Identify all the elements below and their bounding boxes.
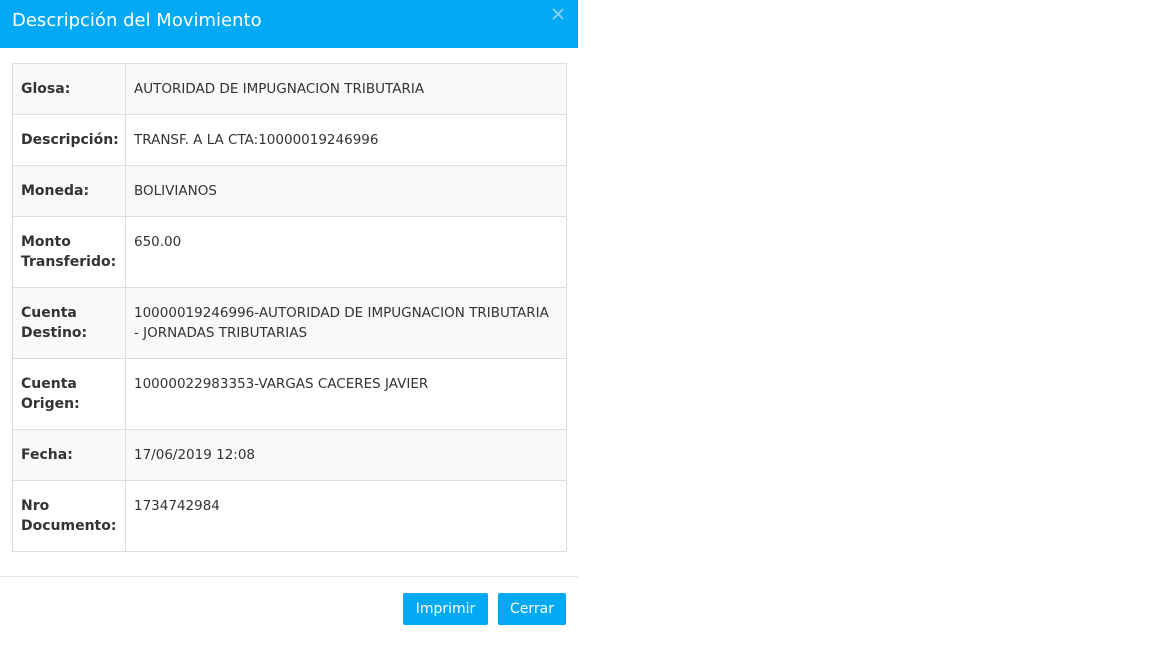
row-value-nro-documento: 1734742984 — [125, 480, 567, 552]
table-row: Nro Documento: 1734742984 — [12, 480, 567, 552]
table-row: Monto Transferido: 650.00 — [12, 216, 567, 288]
close-icon[interactable] — [550, 6, 566, 22]
row-label-descripcion: Descripción: — [12, 114, 126, 166]
table-row: Descripción: TRANSF. A LA CTA:1000001924… — [12, 114, 567, 166]
row-label-glosa: Glosa: — [12, 63, 126, 115]
row-label-moneda: Moneda: — [12, 165, 126, 217]
row-label-monto: Monto Transferido: — [12, 216, 126, 288]
movement-detail-modal: Descripción del Movimiento Glosa: AUTORI… — [0, 0, 578, 648]
row-label-cuenta-origen: Cuenta Origen: — [12, 358, 126, 430]
row-value-glosa: AUTORIDAD DE IMPUGNACION TRIBUTARIA — [125, 63, 567, 115]
table-row: Cuenta Origen: 10000022983353-VARGAS CAC… — [12, 358, 567, 430]
table-row: Fecha: 17/06/2019 12:08 — [12, 429, 567, 481]
modal-header: Descripción del Movimiento — [0, 0, 578, 48]
row-label-cuenta-destino: Cuenta Destino: — [12, 287, 126, 359]
movement-detail-table: Glosa: AUTORIDAD DE IMPUGNACION TRIBUTAR… — [12, 63, 567, 552]
row-value-cuenta-origen: 10000022983353-VARGAS CACERES JAVIER — [125, 358, 567, 430]
close-button[interactable]: Cerrar — [498, 593, 566, 625]
row-value-moneda: BOLIVIANOS — [125, 165, 567, 217]
table-row: Moneda: BOLIVIANOS — [12, 165, 567, 217]
print-button[interactable]: Imprimir — [403, 593, 488, 625]
row-label-nro-documento: Nro Documento: — [12, 480, 126, 552]
table-row: Cuenta Destino: 10000019246996-AUTORIDAD… — [12, 287, 567, 359]
row-value-descripcion: TRANSF. A LA CTA:10000019246996 — [125, 114, 567, 166]
row-value-cuenta-destino: 10000019246996-AUTORIDAD DE IMPUGNACION … — [125, 287, 567, 359]
row-label-fecha: Fecha: — [12, 429, 126, 481]
modal-title: Descripción del Movimiento — [12, 10, 262, 31]
footer-divider — [0, 576, 578, 577]
table-row: Glosa: AUTORIDAD DE IMPUGNACION TRIBUTAR… — [12, 63, 567, 115]
row-value-fecha: 17/06/2019 12:08 — [125, 429, 567, 481]
row-value-monto: 650.00 — [125, 216, 567, 288]
